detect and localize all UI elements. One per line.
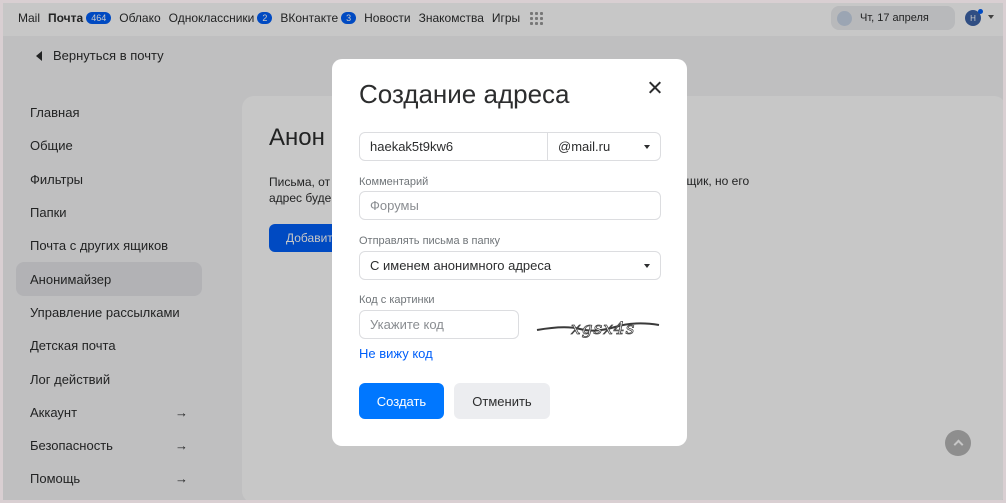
captcha-label: Код с картинки: [359, 294, 435, 306]
address-input[interactable]: haekak5t9kw6: [359, 132, 548, 161]
domain-select[interactable]: @mail.ru: [547, 132, 661, 161]
cant-see-code-link[interactable]: Не вижу код: [359, 346, 433, 361]
comment-label: Комментарий: [359, 176, 429, 188]
create-address-dialog: Создание адреса haekak5t9kw6 @mail.ru Ко…: [332, 59, 687, 446]
dialog-title: Создание адреса: [359, 79, 570, 109]
chevron-down-icon: [644, 144, 650, 149]
close-icon[interactable]: [648, 81, 662, 95]
captcha-image: xgsx4s: [536, 319, 660, 339]
cancel-button[interactable]: Отменить: [454, 383, 550, 419]
create-button[interactable]: Создать: [359, 383, 444, 419]
folder-select[interactable]: С именем анонимного адреса: [359, 251, 661, 280]
chevron-down-icon: [644, 263, 650, 268]
folder-label: Отправлять письма в папку: [359, 235, 501, 247]
comment-input[interactable]: Форумы: [359, 191, 661, 220]
captcha-input[interactable]: Укажите код: [359, 310, 519, 339]
svg-text:xgsx4s: xgsx4s: [571, 319, 635, 339]
